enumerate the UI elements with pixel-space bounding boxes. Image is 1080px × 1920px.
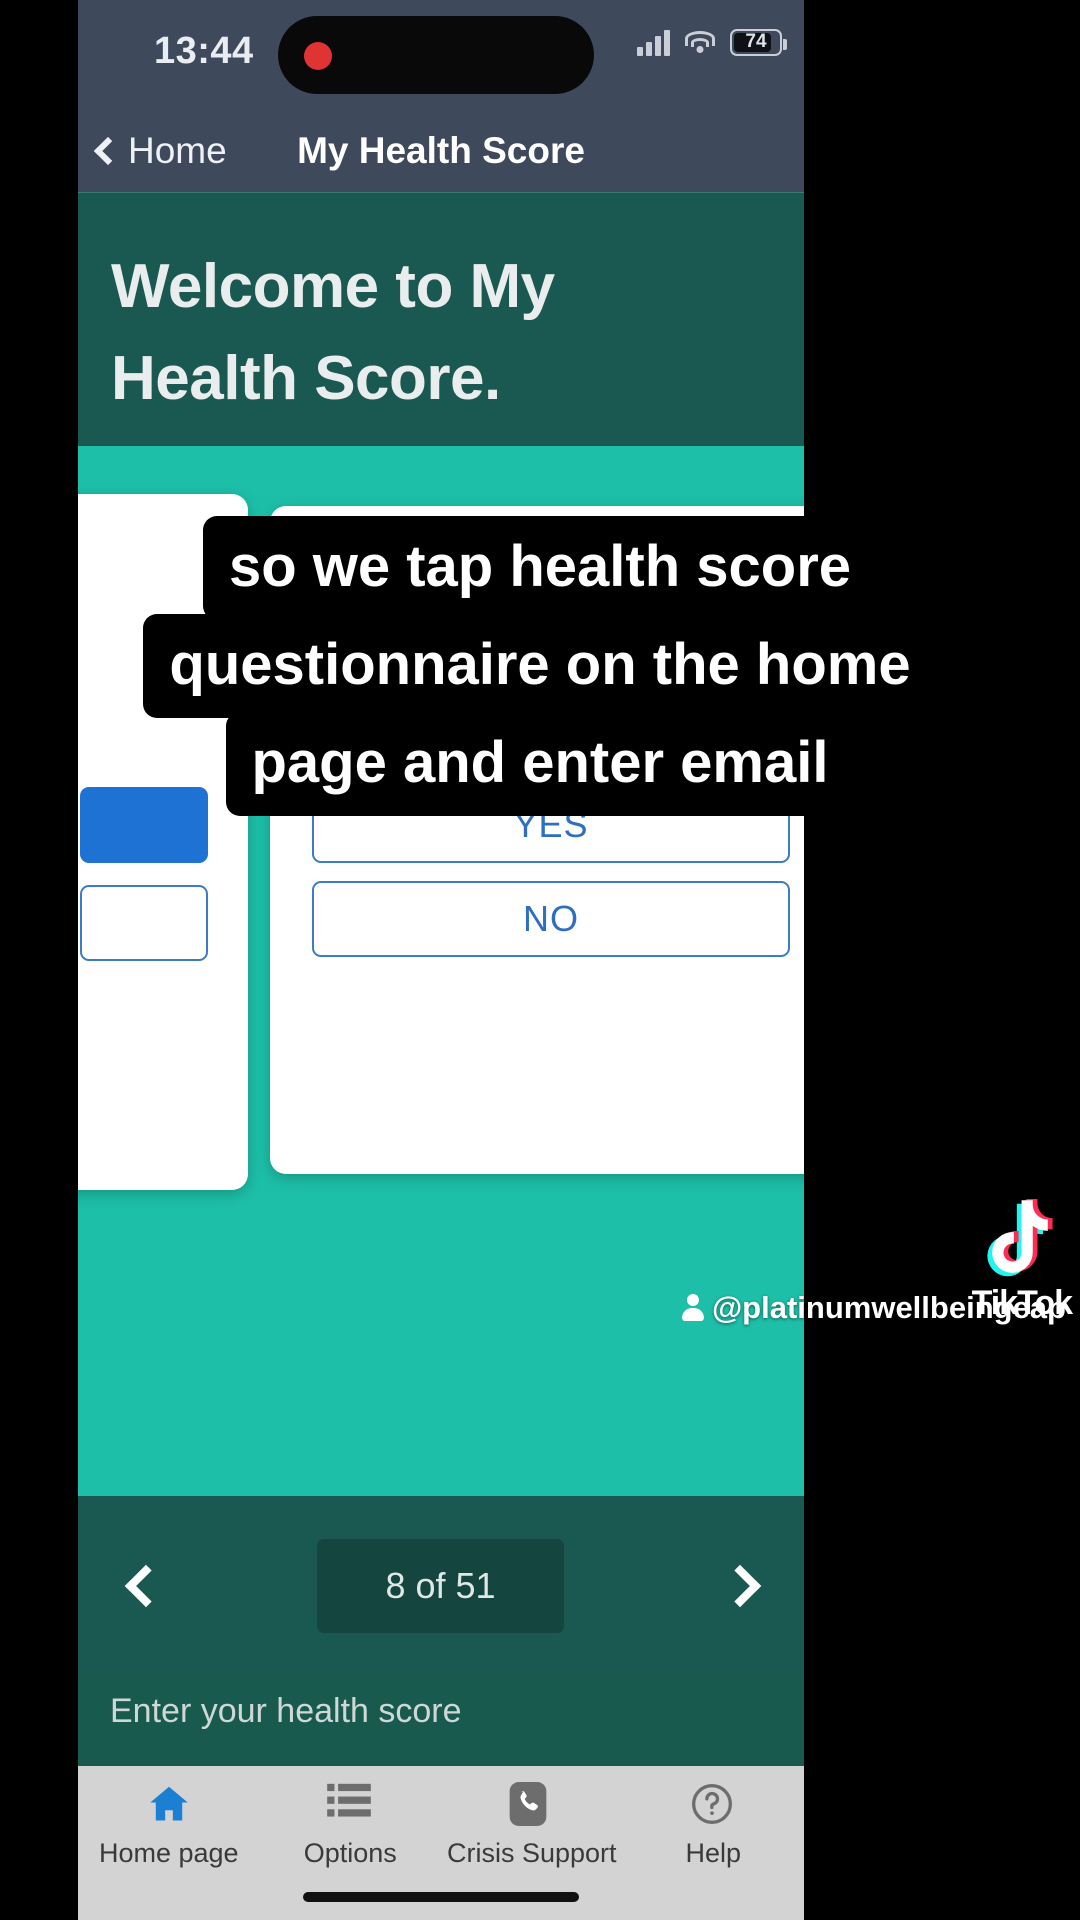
answer-yes-button[interactable]: YES [312, 787, 790, 863]
cellular-signal-icon [637, 28, 670, 56]
welcome-heading: Welcome to My Health Score. [111, 241, 671, 425]
tiktok-note-icon [983, 1196, 1061, 1282]
tab-label: Crisis Support [447, 1838, 617, 1869]
status-bar: 13:44 74 [78, 0, 804, 110]
nav-bar: My Health Score Home [78, 110, 804, 192]
tab-options[interactable]: Options [260, 1782, 442, 1869]
home-indicator [303, 1892, 579, 1902]
tab-crisis-support[interactable]: Crisis Support [441, 1782, 623, 1869]
enter-score-label: Enter your health score [110, 1692, 462, 1731]
phone-icon [509, 1782, 555, 1826]
enter-score-strip: Enter your health score [78, 1676, 804, 1766]
pagination-next-button[interactable] [702, 1542, 786, 1630]
chevron-right-icon [719, 1565, 761, 1607]
tab-home-page[interactable]: Home page [78, 1782, 260, 1869]
tab-label: Options [304, 1838, 397, 1869]
tiktok-watermark: TikTok [972, 1196, 1072, 1323]
back-label: Home [128, 130, 227, 172]
list-icon [327, 1782, 373, 1826]
status-indicators: 74 [637, 28, 782, 56]
pagination-prev-button[interactable] [100, 1542, 184, 1630]
pagination-bar: 8 of 51 [78, 1496, 804, 1676]
tab-label: Help [685, 1838, 741, 1869]
answer-no-button[interactable]: NO [312, 881, 790, 957]
dynamic-island [278, 16, 594, 94]
status-clock: 13:44 [154, 30, 294, 73]
tiktok-brand-label: TikTok [972, 1284, 1072, 1323]
tab-label: Home page [99, 1838, 239, 1869]
bottom-tab-bar: Home page Options [78, 1766, 804, 1920]
record-dot-icon [304, 42, 332, 70]
question-circle-icon [690, 1782, 736, 1826]
previous-card-option-1[interactable] [80, 787, 208, 863]
welcome-banner: Welcome to My Health Score. [78, 192, 804, 446]
previous-card-option-2[interactable] [80, 885, 208, 961]
person-icon [682, 1294, 704, 1322]
tab-help[interactable]: Help [623, 1782, 805, 1869]
home-icon [146, 1782, 192, 1826]
phone-viewport: 13:44 74 My Health Score Home W [78, 0, 804, 1920]
wifi-icon [684, 29, 716, 55]
battery-icon: 74 [730, 29, 782, 56]
back-button[interactable]: Home [92, 110, 227, 192]
chevron-left-icon [125, 1565, 167, 1607]
screen-root: 13:44 74 My Health Score Home W [0, 0, 1080, 1920]
chevron-left-icon [94, 137, 122, 165]
pagination-counter: 8 of 51 [317, 1539, 564, 1633]
battery-level: 74 [745, 31, 766, 53]
